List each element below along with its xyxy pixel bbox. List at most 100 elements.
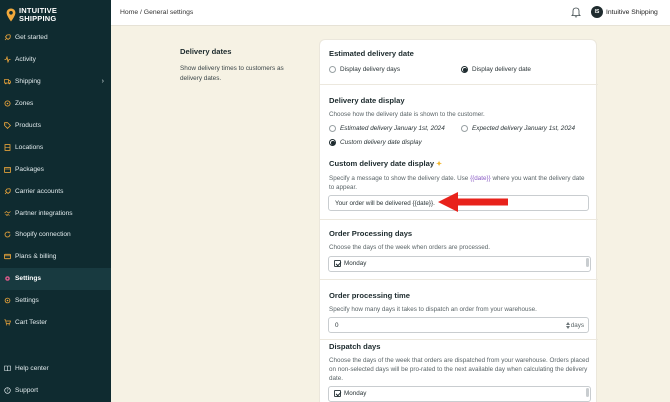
avatar[interactable]: IS <box>591 6 603 18</box>
sidebar-item-label: Zones <box>15 100 34 108</box>
breadcrumb[interactable]: Home / General settings <box>120 9 193 16</box>
sidebar-item-label: Cart Tester <box>15 319 48 327</box>
delivery-settings-card: Estimated delivery date Display delivery… <box>319 39 598 402</box>
sidebar-item-activity[interactable]: Activity <box>0 49 111 71</box>
building-icon <box>4 144 11 151</box>
book-icon <box>4 365 11 372</box>
processing-time-input[interactable]: 0 days <box>328 317 589 333</box>
brand-name: INTUITIVE SHIPPING <box>19 7 57 22</box>
sidebar-bottom-nav: Help center ? Support <box>0 358 111 402</box>
rocket-icon <box>4 34 11 41</box>
checkbox[interactable] <box>334 390 341 397</box>
sidebar-item-settings[interactable]: Settings <box>0 290 111 312</box>
input-value: 0 <box>335 321 339 329</box>
help-circle-icon: ? <box>4 387 11 394</box>
stepper-down-icon[interactable] <box>566 326 570 329</box>
sidebar-item-label: Products <box>15 122 42 129</box>
sidebar-item-settings-active[interactable]: Settings <box>0 267 111 290</box>
checkbox-label: Monday <box>344 260 367 267</box>
tag-icon <box>4 122 11 129</box>
brand-line-2: SHIPPING <box>19 14 57 23</box>
gear-icon <box>4 297 11 304</box>
sidebar-item-label: Support <box>15 387 39 395</box>
checkbox-label: Monday <box>344 390 367 397</box>
brand-logo[interactable]: INTUITIVE SHIPPING <box>6 5 57 25</box>
activity-icon <box>4 56 11 64</box>
sidebar-item-zones[interactable]: Zones <box>0 93 111 115</box>
package-icon <box>4 166 11 173</box>
rocket-icon <box>4 188 11 195</box>
sidebar-item-plans-billing[interactable]: Plans & billing <box>0 246 111 268</box>
radio-display-delivery-days[interactable]: Display delivery days <box>329 66 400 73</box>
section-description: Show delivery times to customers as deli… <box>180 65 284 82</box>
sidebar-item-shipping[interactable]: Shipping › <box>0 71 111 93</box>
order-processing-days-description: Choose the days of the week when orders … <box>329 244 491 251</box>
radio-button[interactable] <box>461 125 468 132</box>
account-name[interactable]: Intuitive Shipping <box>606 9 658 16</box>
sidebar-item-label: Partner integrations <box>15 209 73 217</box>
order-processing-time-description: Specify how many days it takes to dispat… <box>329 306 537 313</box>
radio-button-selected[interactable] <box>461 66 468 73</box>
scrollbar[interactable] <box>586 388 589 397</box>
dispatch-days-list[interactable]: Monday <box>328 386 591 402</box>
desc-text: Specify a message to show the delivery d… <box>329 175 471 182</box>
sidebar-item-support[interactable]: ? Support <box>0 380 111 402</box>
input-value: Your order will be delivered {{date}}. <box>335 199 435 207</box>
top-bar: Home / General settings IS Intuitive Shi… <box>111 0 670 26</box>
radio-button[interactable] <box>329 66 336 73</box>
radio-display-delivery-date[interactable]: Display delivery date <box>461 66 531 73</box>
checkbox[interactable] <box>334 260 341 267</box>
chevron-right-icon: › <box>101 78 104 86</box>
radio-estimated-delivery[interactable]: Estimated delivery January 1st, 2024 <box>329 125 445 132</box>
logo-pin-icon <box>6 8 16 22</box>
credit-card-icon <box>4 253 11 260</box>
checkbox-monday[interactable]: Monday <box>334 390 366 397</box>
date-token: {{date}} <box>470 175 491 182</box>
sidebar-item-locations[interactable]: Locations <box>0 136 111 158</box>
sidebar-item-get-started[interactable]: Get started <box>0 27 111 49</box>
custom-delivery-display-description: Specify a message to show the delivery d… <box>329 174 591 192</box>
sidebar-item-label: Locations <box>15 143 44 151</box>
sidebar-item-label: Settings <box>15 297 39 305</box>
processing-days-list[interactable]: Monday <box>328 256 591 272</box>
radio-custom-delivery-display[interactable]: Custom delivery date display <box>329 139 422 146</box>
radio-label: Expected delivery January 1st, 2024 <box>472 125 576 132</box>
divider <box>320 279 598 280</box>
stepper-up-icon[interactable] <box>566 322 570 325</box>
sidebar-item-products[interactable]: Products <box>0 115 111 137</box>
sidebar-item-cart-tester[interactable]: Cart Tester <box>0 312 111 334</box>
sidebar-item-help-center[interactable]: Help center <box>0 358 111 380</box>
location-pin-icon <box>4 100 11 107</box>
sidebar-item-label: Packages <box>15 165 44 173</box>
input-suffix: days <box>570 322 584 329</box>
number-stepper[interactable] <box>566 322 570 329</box>
sidebar-item-label: Help center <box>15 365 49 373</box>
bell-icon[interactable] <box>571 6 581 18</box>
radio-label: Estimated delivery January 1st, 2024 <box>340 125 445 132</box>
radio-expected-delivery[interactable]: Expected delivery January 1st, 2024 <box>461 125 575 132</box>
sidebar-item-label: Shipping <box>15 78 41 86</box>
section-title: Delivery dates <box>180 47 232 56</box>
order-processing-time-heading: Order processing time <box>329 291 411 300</box>
estimated-delivery-date-heading: Estimated delivery date <box>329 49 414 58</box>
radio-button-selected[interactable] <box>329 139 336 146</box>
checkbox-monday[interactable]: Monday <box>334 260 366 267</box>
sidebar-item-shopify-connection[interactable]: Shopify connection <box>0 224 111 246</box>
gear-icon <box>4 275 11 282</box>
radio-button[interactable] <box>329 125 336 132</box>
sidebar-nav: Get started Activity Shipping › Zones Pr… <box>0 27 111 333</box>
sidebar-item-carrier-accounts[interactable]: Carrier accounts <box>0 180 111 202</box>
cart-icon <box>4 319 11 326</box>
dispatch-days-description: Choose the days of the week that orders … <box>329 357 590 382</box>
divider <box>320 339 598 340</box>
sidebar-item-label: Plans & billing <box>15 253 57 261</box>
divider <box>320 219 598 220</box>
scrollbar[interactable] <box>586 258 589 267</box>
sparkle-icon: ✦ <box>436 161 442 168</box>
delivery-date-display-description: Choose how the delivery date is shown to… <box>329 111 485 118</box>
sidebar-item-label: Get started <box>15 34 48 42</box>
sidebar-item-packages[interactable]: Packages <box>0 158 111 180</box>
sidebar-item-partner-integrations[interactable]: Partner integrations <box>0 202 111 224</box>
radio-label: Display delivery days <box>340 66 401 73</box>
sidebar-item-label: Shopify connection <box>15 231 71 239</box>
